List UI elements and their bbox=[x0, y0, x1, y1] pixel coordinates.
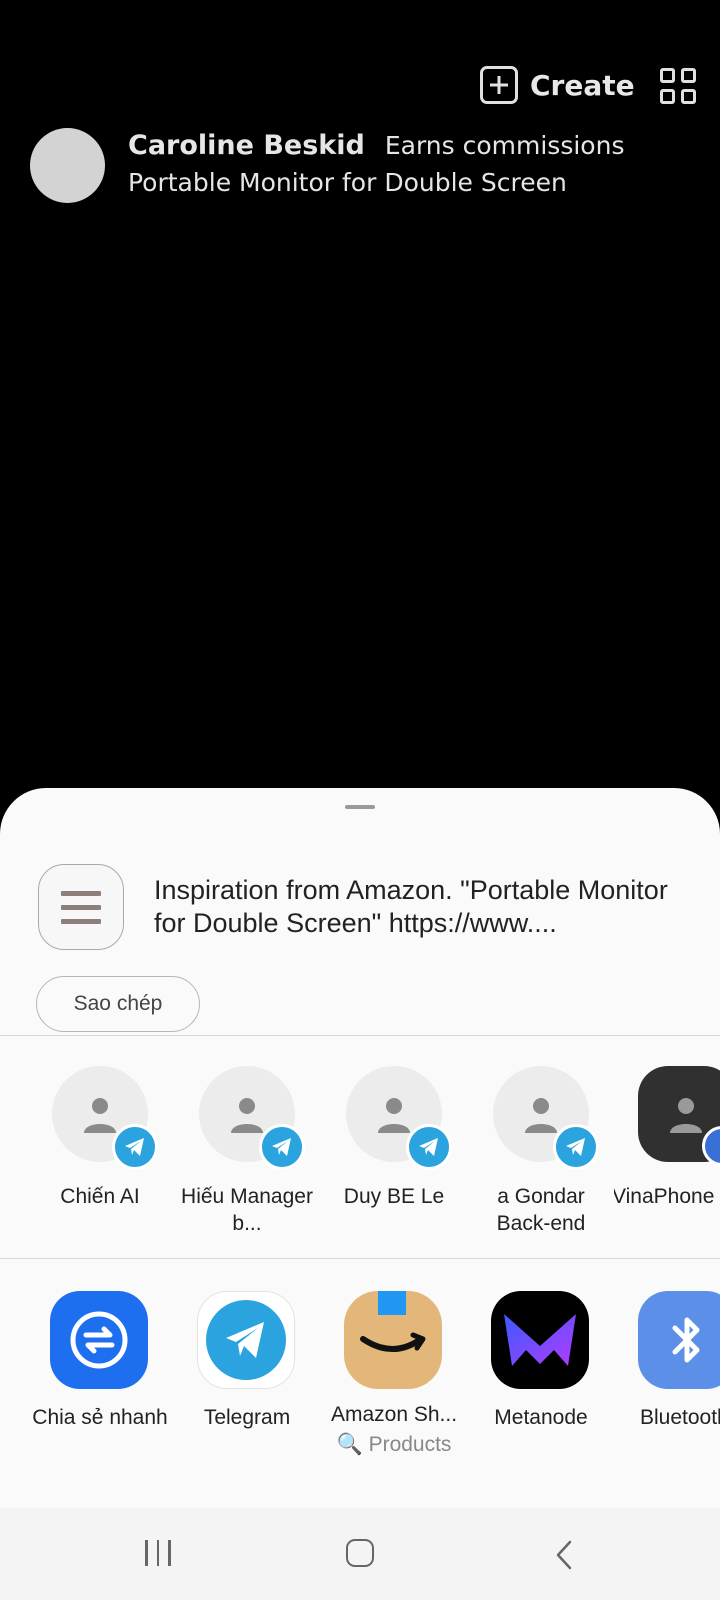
app-label: Bluetooth bbox=[640, 1406, 720, 1429]
bluetooth-icon bbox=[638, 1291, 720, 1389]
telegram-badge-icon bbox=[259, 1124, 305, 1170]
contact-name: a Gondar Back-end bbox=[496, 1185, 586, 1235]
app-sublabel: 🔍 Products bbox=[336, 1433, 452, 1456]
person-icon bbox=[84, 1098, 116, 1133]
direct-share-target[interactable]: VinaPhone bbox=[614, 1036, 720, 1258]
app-target-metanode[interactable]: Metanode bbox=[467, 1259, 614, 1469]
share-sheet: Inspiration from Amazon. "Portable Monit… bbox=[0, 788, 720, 1508]
text-document-icon bbox=[38, 864, 124, 950]
telegram-badge-icon bbox=[406, 1124, 452, 1170]
direct-share-row: Chiến AI Hiếu Manager b... Duy BE Le a G… bbox=[0, 1036, 720, 1258]
author-name[interactable]: Caroline Beskid bbox=[128, 130, 365, 161]
author-line: Caroline Beskid Earns commissions bbox=[128, 130, 624, 161]
quick-share-icon bbox=[50, 1291, 148, 1389]
back-icon[interactable] bbox=[554, 1540, 574, 1570]
metanode-icon bbox=[491, 1291, 589, 1389]
app-label: Chia sẻ nhanh bbox=[32, 1406, 168, 1429]
contact-name: VinaPhone bbox=[614, 1185, 715, 1208]
person-icon bbox=[525, 1098, 557, 1133]
search-icon: 🔍 bbox=[336, 1433, 363, 1456]
person-icon bbox=[670, 1098, 702, 1133]
recent-apps-icon[interactable] bbox=[145, 1540, 171, 1566]
product-title: Portable Monitor for Double Screen bbox=[128, 168, 567, 197]
contact-name: Hiếu Manager b... bbox=[181, 1185, 313, 1235]
copy-button[interactable]: Sao chép bbox=[36, 976, 200, 1032]
amazon-shopping-icon bbox=[344, 1291, 442, 1389]
app-label: Amazon Sh... bbox=[330, 1403, 458, 1426]
app-target-amazon-shopping[interactable]: Amazon Sh... 🔍 Products bbox=[320, 1259, 467, 1469]
app-target-quick-share[interactable]: Chia sẻ nhanh bbox=[26, 1259, 173, 1469]
create-label: Create bbox=[530, 68, 635, 102]
person-icon bbox=[378, 1098, 410, 1133]
contact-name: Duy BE Le bbox=[343, 1185, 445, 1208]
app-label: Telegram bbox=[203, 1406, 291, 1429]
navigation-bar bbox=[0, 1508, 720, 1600]
app-share-row: Chia sẻ nhanh Telegram Amazon Sh... 🔍 Pr… bbox=[0, 1259, 720, 1479]
telegram-icon bbox=[197, 1291, 295, 1389]
telegram-badge-icon bbox=[553, 1124, 599, 1170]
direct-share-target[interactable]: a Gondar Back-end bbox=[467, 1036, 614, 1258]
direct-share-target[interactable]: Chiến AI bbox=[26, 1036, 173, 1258]
contact-name: Chiến AI bbox=[60, 1185, 140, 1208]
telegram-badge-icon bbox=[112, 1124, 158, 1170]
create-button[interactable]: Create bbox=[480, 66, 635, 104]
commission-tag: Earns commissions bbox=[384, 131, 625, 160]
plus-square-icon bbox=[480, 66, 518, 104]
direct-share-target[interactable]: Hiếu Manager b... bbox=[173, 1036, 320, 1258]
grid-icon[interactable] bbox=[660, 68, 696, 104]
home-icon[interactable] bbox=[346, 1539, 374, 1567]
avatar[interactable] bbox=[30, 128, 105, 203]
person-icon bbox=[231, 1098, 263, 1133]
drag-handle[interactable] bbox=[345, 805, 375, 809]
app-target-bluetooth[interactable]: Bluetooth bbox=[614, 1259, 720, 1469]
share-preview-text: Inspiration from Amazon. "Portable Monit… bbox=[154, 875, 668, 938]
direct-share-target[interactable]: Duy BE Le bbox=[320, 1036, 467, 1258]
app-label: Metanode bbox=[494, 1406, 588, 1429]
app-target-telegram[interactable]: Telegram bbox=[173, 1259, 320, 1469]
